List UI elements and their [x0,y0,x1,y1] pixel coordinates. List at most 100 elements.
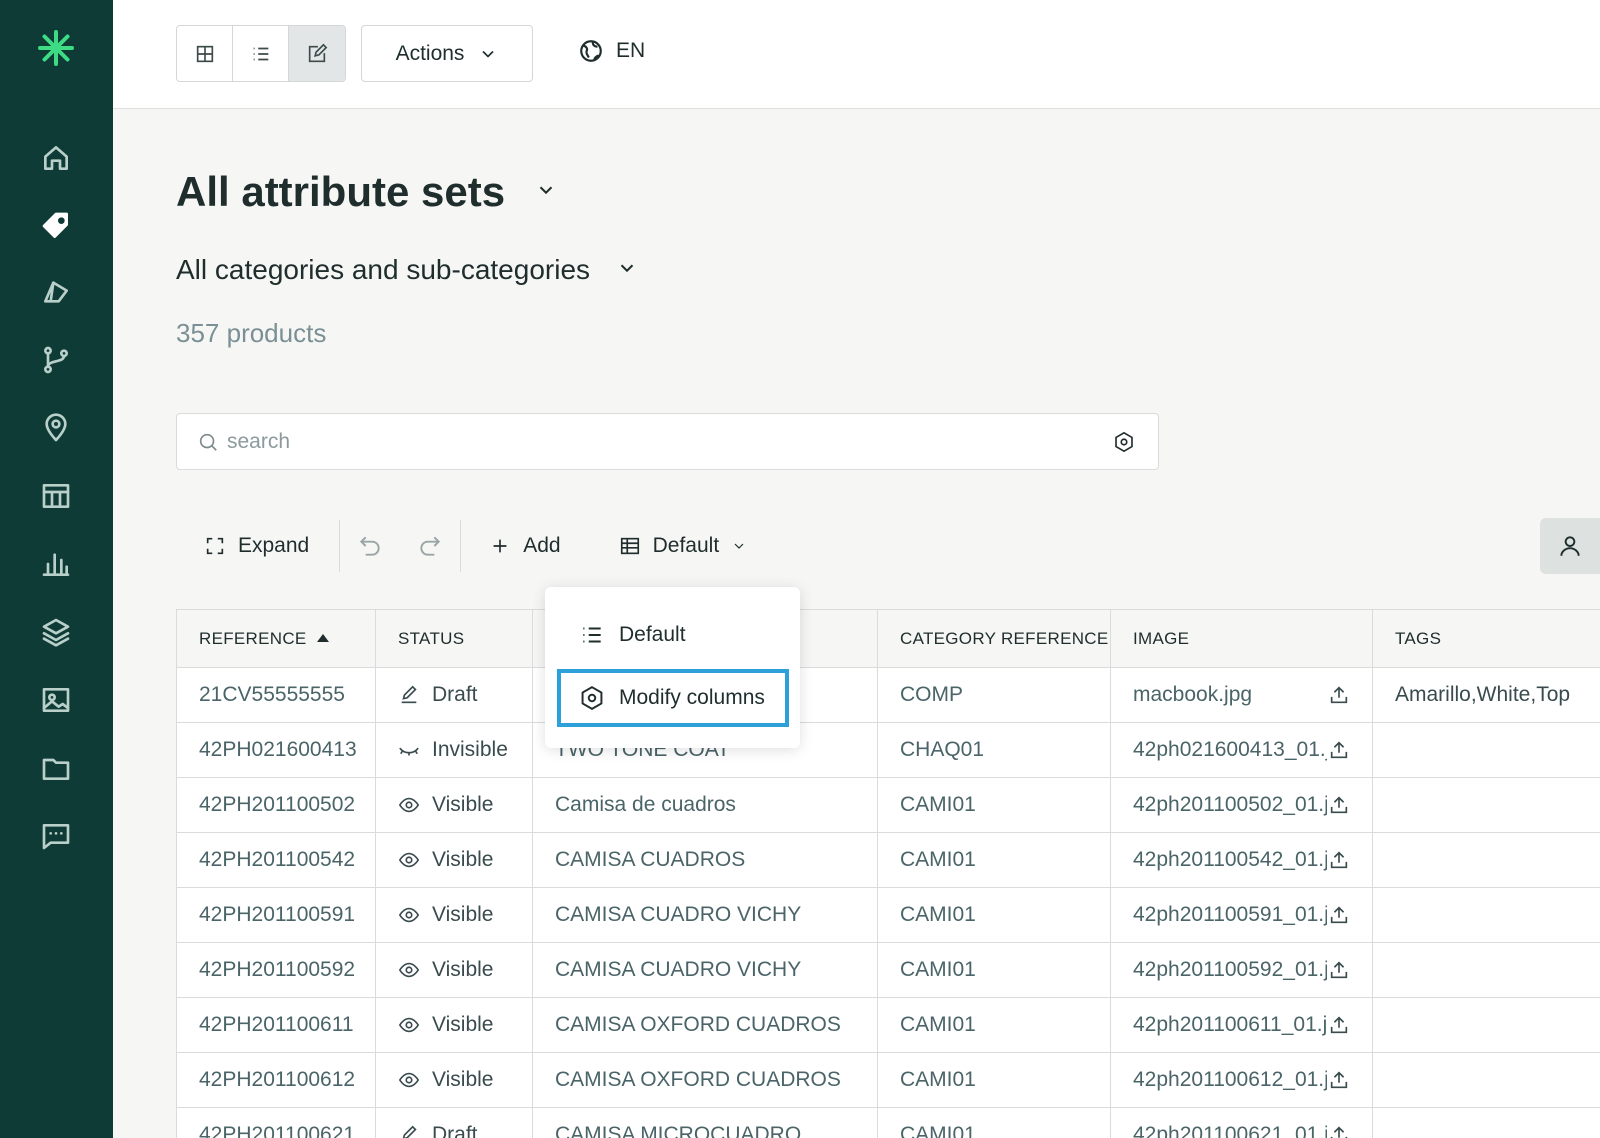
column-header-category-reference[interactable]: CATEGORY REFERENCE [877,609,1111,668]
actions-button[interactable]: Actions [361,25,533,82]
cell-category-reference[interactable]: CAMI01 [877,777,1111,833]
image-icon[interactable] [38,682,74,718]
table-row[interactable]: 42PH201100542 Visible CAMISA CUADROS CAMI01… [176,832,1600,888]
cell-status[interactable]: Visible [375,997,533,1053]
cell-tags[interactable] [1372,1052,1600,1108]
tag-icon[interactable] [38,208,74,244]
user-panel-button[interactable] [1540,518,1600,574]
cell-status[interactable]: Invisible [375,722,533,778]
cell-status[interactable]: Visible [375,832,533,888]
folder-icon[interactable] [38,750,74,786]
location-icon[interactable] [38,410,74,446]
cell-category-reference[interactable]: CAMI01 [877,887,1111,943]
cell-image[interactable]: macbook.jpg [1110,667,1373,723]
cell-tags[interactable] [1372,777,1600,833]
cell-tags[interactable] [1372,942,1600,998]
upload-icon[interactable] [1328,849,1350,871]
catalog-icon[interactable] [38,274,74,310]
cell-name[interactable]: CAMISA CUADRO VICHY [532,942,878,998]
cell-name[interactable]: Camisa de cuadros [532,777,878,833]
cell-reference[interactable]: 21CV55555555 [176,667,376,723]
cell-category-reference[interactable]: CAMI01 [877,832,1111,888]
table-row[interactable]: 42PH201100621 Draft CAMISA MICROCUADRO CAMI… [176,1107,1600,1138]
cell-reference[interactable]: 42PH201100591 [176,887,376,943]
app-logo-icon[interactable] [36,28,76,68]
cell-image[interactable]: 42ph201100611_01.jpg [1110,997,1373,1053]
cell-reference[interactable]: 42PH021600413 [176,722,376,778]
cell-tags[interactable] [1372,832,1600,888]
cell-category-reference[interactable]: CHAQ01 [877,722,1111,778]
table-row[interactable]: 42PH201100611 Visible CAMISA OXFORD CUADRO… [176,997,1600,1053]
view-select-button[interactable]: Default [591,518,778,574]
cell-image[interactable]: 42ph201100542_01.jpg [1110,832,1373,888]
cell-tags[interactable] [1372,722,1600,778]
menu-item-default[interactable]: Default [557,606,789,664]
add-button[interactable]: Add [461,518,590,574]
cell-reference[interactable]: 42PH201100592 [176,942,376,998]
cell-status[interactable]: Draft [375,1107,533,1138]
cell-status[interactable]: Visible [375,777,533,833]
cell-tags[interactable]: Amarillo,White,Top [1372,667,1600,723]
column-header-status[interactable]: STATUS [375,609,533,668]
cell-image[interactable]: 42ph201100502_01.jpg [1110,777,1373,833]
table-row[interactable]: 42PH021600413 Invisible TWO TONE COAT CHAQ0… [176,722,1600,778]
workflow-icon[interactable] [38,342,74,378]
cell-reference[interactable]: 42PH201100611 [176,997,376,1053]
table-row[interactable]: 42PH201100591 Visible CAMISA CUADRO VICHY C… [176,887,1600,943]
cell-tags[interactable] [1372,1107,1600,1138]
upload-icon[interactable] [1328,684,1350,706]
grid-view-button[interactable] [177,26,233,81]
column-header-image[interactable]: IMAGE [1110,609,1373,668]
expand-button[interactable]: Expand [176,518,339,574]
upload-icon[interactable] [1328,1069,1350,1091]
cell-name[interactable]: CAMISA OXFORD CUADROS [532,1052,878,1108]
title-row[interactable]: All attribute sets [176,168,557,216]
search-settings-icon[interactable] [1113,431,1135,453]
category-filter[interactable]: All categories and sub-categories [176,254,638,286]
chart-icon[interactable] [38,546,74,582]
list-view-button[interactable] [233,26,289,81]
cell-category-reference[interactable]: CAMI01 [877,1107,1111,1138]
redo-button[interactable] [400,518,460,574]
table-row[interactable]: 42PH201100502 Visible Camisa de cuadros CAM… [176,777,1600,833]
chevron-down-icon[interactable] [616,257,638,284]
undo-button[interactable] [340,518,400,574]
cell-status[interactable]: Draft [375,667,533,723]
cell-image[interactable]: 42ph021600413_01.jpg [1110,722,1373,778]
message-icon[interactable] [38,818,74,854]
cell-tags[interactable] [1372,997,1600,1053]
cell-name[interactable]: CAMISA OXFORD CUADROS [532,997,878,1053]
table-row[interactable]: 42PH201100612 Visible CAMISA OXFORD CUADRO… [176,1052,1600,1108]
cell-tags[interactable] [1372,887,1600,943]
cell-status[interactable]: Visible [375,1052,533,1108]
cell-reference[interactable]: 42PH201100621 [176,1107,376,1138]
column-header-tags[interactable]: TAGS [1372,609,1600,668]
search-input[interactable] [227,414,1077,469]
menu-item-modify-columns[interactable]: Modify columns [557,669,789,727]
cell-category-reference[interactable]: CAMI01 [877,942,1111,998]
upload-icon[interactable] [1328,959,1350,981]
cell-name[interactable]: CAMISA CUADROS [532,832,878,888]
cell-category-reference[interactable]: CAMI01 [877,1052,1111,1108]
upload-icon[interactable] [1328,1124,1350,1138]
home-icon[interactable] [38,140,74,176]
cell-reference[interactable]: 42PH201100502 [176,777,376,833]
cell-category-reference[interactable]: COMP [877,667,1111,723]
cell-reference[interactable]: 42PH201100612 [176,1052,376,1108]
layers-icon[interactable] [38,614,74,650]
cell-category-reference[interactable]: CAMI01 [877,997,1111,1053]
upload-icon[interactable] [1328,794,1350,816]
upload-icon[interactable] [1328,739,1350,761]
cell-status[interactable]: Visible [375,942,533,998]
upload-icon[interactable] [1328,904,1350,926]
cell-status[interactable]: Visible [375,887,533,943]
cell-reference[interactable]: 42PH201100542 [176,832,376,888]
cell-image[interactable]: 42ph201100592_01.jpg [1110,942,1373,998]
chevron-down-icon[interactable] [535,179,557,206]
table-row[interactable]: 21CV55555555 Draft COMP macbook.jpg Amarillo… [176,667,1600,723]
upload-icon[interactable] [1328,1014,1350,1036]
cell-image[interactable]: 42ph201100612_01.jpg [1110,1052,1373,1108]
language-selector[interactable]: EN [578,38,645,64]
cell-image[interactable]: 42ph201100621_01.jpg [1110,1107,1373,1138]
cell-image[interactable]: 42ph201100591_01.jpg [1110,887,1373,943]
